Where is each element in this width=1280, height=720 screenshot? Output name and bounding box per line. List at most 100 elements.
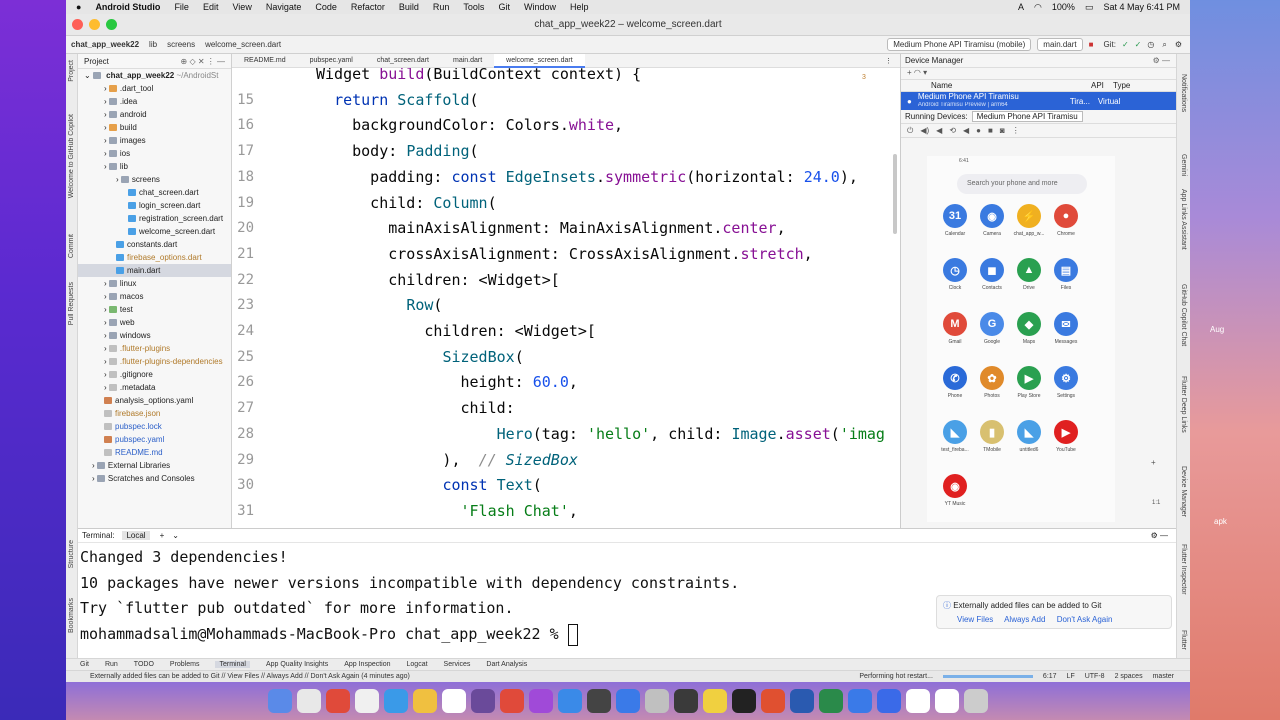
menu-tools[interactable]: Tools bbox=[463, 2, 484, 12]
code-line[interactable]: 26 height: 60.0, bbox=[232, 370, 900, 396]
stripe-device-manager[interactable]: Device Manager bbox=[1180, 466, 1187, 517]
code-line[interactable]: 23 Row( bbox=[232, 293, 900, 319]
line-separator[interactable]: LF bbox=[1067, 673, 1075, 680]
zoom-in-icon[interactable]: + bbox=[1151, 458, 1156, 467]
dock-app-icon[interactable] bbox=[761, 689, 785, 713]
project-view-title[interactable]: Project bbox=[84, 57, 109, 66]
app-shortcut[interactable]: ● Chrome bbox=[1048, 204, 1084, 237]
code-line[interactable]: 31 'Flash Chat', bbox=[232, 499, 900, 525]
dock-app-icon[interactable] bbox=[471, 689, 495, 713]
code-line[interactable]: 29 ), // SizedBox bbox=[232, 448, 900, 474]
breadcrumb-file[interactable]: welcome_screen.dart bbox=[200, 40, 286, 49]
app-shortcut[interactable]: ◆ Maps bbox=[1011, 312, 1047, 345]
dock-app-icon[interactable] bbox=[877, 689, 901, 713]
breadcrumb-lib[interactable]: lib bbox=[144, 40, 162, 49]
code-line[interactable]: 25 SizedBox( bbox=[232, 345, 900, 371]
code-line[interactable]: 17 body: Padding( bbox=[232, 139, 900, 165]
caret-position[interactable]: 6:17 bbox=[1043, 673, 1057, 680]
git-commit-icon[interactable]: ✓ bbox=[1135, 40, 1142, 49]
tree-item[interactable]: › Scratches and Consoles bbox=[78, 472, 231, 485]
stripe-notifications[interactable]: Notifications bbox=[1180, 74, 1187, 112]
app-shortcut[interactable]: ⚙ Settings bbox=[1048, 366, 1084, 399]
clock-text[interactable]: Sat 4 May 6:41 PM bbox=[1103, 2, 1180, 13]
indent-setting[interactable]: 2 spaces bbox=[1115, 673, 1143, 680]
tree-item[interactable]: › .flutter-plugins bbox=[78, 342, 231, 355]
app-shortcut[interactable]: ◼ Contacts bbox=[974, 258, 1010, 291]
code-line[interactable]: Widget build(BuildContext context) { bbox=[232, 68, 900, 88]
menu-build[interactable]: Build bbox=[399, 2, 419, 12]
status-message[interactable]: Externally added files can be added to G… bbox=[90, 673, 410, 680]
tree-item[interactable]: › test bbox=[78, 303, 231, 316]
code-line[interactable]: 27 child: bbox=[232, 396, 900, 422]
input-source-icon[interactable]: A bbox=[1018, 2, 1024, 13]
tree-item[interactable]: › .flutter-plugins-dependencies bbox=[78, 355, 231, 368]
stripe-flutter-inspector[interactable]: Flutter Inspector bbox=[1180, 544, 1187, 595]
home-icon[interactable]: ● bbox=[976, 126, 981, 135]
tree-item[interactable]: › .dart_tool bbox=[78, 82, 231, 95]
app-shortcut[interactable]: ◉ Camera bbox=[974, 204, 1010, 237]
app-shortcut[interactable]: ✉ Messages bbox=[1048, 312, 1084, 345]
tree-item[interactable]: chat_screen.dart bbox=[78, 186, 231, 199]
screenshot-icon[interactable]: ◙ bbox=[1000, 126, 1005, 135]
stop-icon[interactable]: ■ bbox=[1089, 40, 1094, 49]
toolwin-git[interactable]: Git bbox=[80, 661, 89, 668]
tree-item[interactable]: analysis_options.yaml bbox=[78, 394, 231, 407]
menu-run[interactable]: Run bbox=[433, 2, 450, 12]
tree-item[interactable]: welcome_screen.dart bbox=[78, 225, 231, 238]
stripe-pull-requests[interactable]: Pull Requests bbox=[68, 282, 75, 325]
terminal-options-icon[interactable]: ⚙ — bbox=[1151, 531, 1168, 540]
more-icon[interactable]: ⋮ bbox=[1012, 126, 1020, 135]
breadcrumb-project[interactable]: chat_app_week22 bbox=[66, 40, 144, 49]
app-shortcut[interactable]: ✆ Phone bbox=[937, 366, 973, 399]
dock-app-icon[interactable] bbox=[558, 689, 582, 713]
tree-item[interactable]: › web bbox=[78, 316, 231, 329]
stripe-project[interactable]: Project bbox=[68, 60, 75, 82]
dock-app-icon[interactable] bbox=[703, 689, 727, 713]
tree-item[interactable]: › .gitignore bbox=[78, 368, 231, 381]
tab-readme[interactable]: README.md bbox=[232, 54, 298, 68]
tree-root[interactable]: ⌄ chat_app_week22 ~/AndroidSt bbox=[78, 69, 231, 82]
tree-item[interactable]: firebase.json bbox=[78, 407, 231, 420]
tree-item[interactable]: › images bbox=[78, 134, 231, 147]
toolwin-todo[interactable]: TODO bbox=[134, 661, 154, 668]
tree-item[interactable]: › ios bbox=[78, 147, 231, 160]
tree-item[interactable]: main.dart bbox=[78, 264, 231, 277]
app-shortcut[interactable]: ✿ Photos bbox=[974, 366, 1010, 399]
stripe-copilot-welcome[interactable]: Welcome to GitHub Copilot bbox=[68, 114, 75, 198]
toolwin-problems[interactable]: Problems bbox=[170, 661, 200, 668]
rotate-icon[interactable]: ⟲ bbox=[949, 126, 956, 135]
dock-app-icon[interactable] bbox=[500, 689, 524, 713]
always-add-link[interactable]: Always Add bbox=[1004, 615, 1045, 624]
dock-app-icon[interactable] bbox=[906, 689, 930, 713]
code-line[interactable]: 20 mainAxisAlignment: MainAxisAlignment.… bbox=[232, 216, 900, 242]
search-icon[interactable]: ⌕ bbox=[1162, 40, 1166, 50]
project-panel-options-icon[interactable]: ⊕ ◇ ✕ ⋮ — bbox=[181, 57, 225, 66]
app-shortcut[interactable]: G Google bbox=[974, 312, 1010, 345]
tree-item[interactable]: constants.dart bbox=[78, 238, 231, 251]
dock-app-icon[interactable] bbox=[935, 689, 959, 713]
tree-item[interactable]: › linux bbox=[78, 277, 231, 290]
dock-app-icon[interactable] bbox=[645, 689, 669, 713]
tab-chat-screen[interactable]: chat_screen.dart bbox=[365, 54, 441, 68]
run-config-selector[interactable]: main.dart bbox=[1037, 38, 1083, 51]
app-shortcut[interactable]: 31 Calendar bbox=[937, 204, 973, 237]
menu-window[interactable]: Window bbox=[524, 2, 556, 12]
code-line[interactable]: 21 crossAxisAlignment: CrossAxisAlignmen… bbox=[232, 242, 900, 268]
menu-view[interactable]: View bbox=[232, 2, 251, 12]
back-icon[interactable]: ◀ bbox=[963, 126, 969, 135]
app-shortcut[interactable]: ◷ Clock bbox=[937, 258, 973, 291]
tree-item[interactable]: › windows bbox=[78, 329, 231, 342]
breadcrumb-screens[interactable]: screens bbox=[162, 40, 200, 49]
app-shortcut[interactable]: ▶ Play Store bbox=[1011, 366, 1047, 399]
app-shortcut[interactable]: ⚡ chat_app_w... bbox=[1011, 204, 1047, 237]
tree-item[interactable]: › .metadata bbox=[78, 381, 231, 394]
menu-refactor[interactable]: Refactor bbox=[351, 2, 385, 12]
tree-item[interactable]: › screens bbox=[78, 173, 231, 186]
settings-icon[interactable]: ⚙ bbox=[1175, 40, 1182, 49]
stripe-flutter[interactable]: Flutter bbox=[1180, 630, 1187, 650]
apple-icon[interactable]: ● bbox=[76, 2, 81, 12]
tree-item[interactable]: README.md bbox=[78, 446, 231, 459]
zoom-ratio[interactable]: 1:1 bbox=[1152, 500, 1160, 506]
new-terminal-icon[interactable]: + bbox=[160, 531, 165, 540]
menu-help[interactable]: Help bbox=[570, 2, 589, 12]
